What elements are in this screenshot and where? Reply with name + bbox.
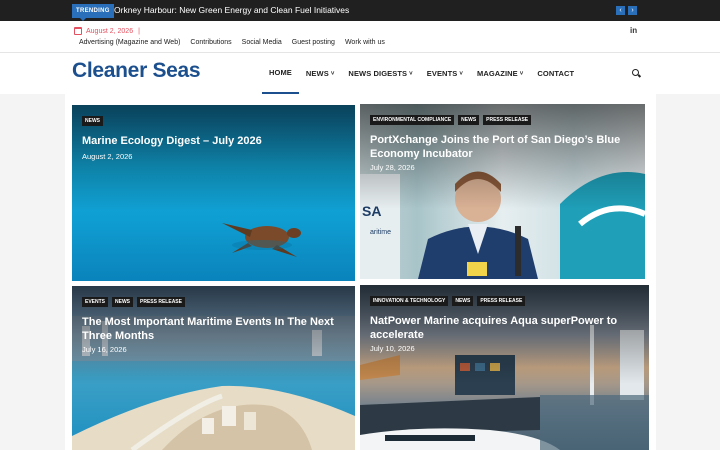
card-title[interactable]: Marine Ecology Digest – July 2026	[82, 135, 342, 149]
top-link-advertising[interactable]: Advertising (Magazine and Web)	[79, 39, 180, 46]
search-icon[interactable]	[632, 69, 639, 76]
article-card[interactable]: NEWS Marine Ecology Digest – July 2026 A…	[72, 105, 355, 281]
card-date: July 10, 2026	[370, 344, 415, 353]
article-card[interactable]: EVENTS NEWS PRESS RELEASE The Most Impor…	[72, 286, 355, 450]
nav-contact[interactable]: CONTACT	[530, 53, 581, 94]
tag-list: NEWS	[82, 116, 103, 126]
linkedin-icon[interactable]: in	[630, 26, 637, 35]
nav-magazine[interactable]: MAGAZINE ˅	[470, 53, 530, 94]
top-link-guest-posting[interactable]: Guest posting	[292, 39, 335, 46]
card-title[interactable]: PortXchange Joins the Port of San Diego’…	[370, 134, 630, 161]
tag[interactable]: PRESS RELEASE	[477, 296, 526, 306]
top-link-work-with-us[interactable]: Work with us	[345, 39, 385, 46]
card-date: August 2, 2026	[82, 152, 133, 161]
trending-badge: TRENDING	[72, 4, 114, 21]
tag[interactable]: NEWS	[82, 116, 103, 126]
calendar-icon	[74, 27, 82, 35]
nav-news[interactable]: NEWS ˅	[299, 53, 342, 94]
chevron-down-icon: ˅	[409, 70, 413, 77]
tag[interactable]: NEWS	[458, 115, 480, 125]
nav-news-digests[interactable]: NEWS DIGESTS ˅	[341, 53, 419, 94]
card-date: July 16, 2026	[82, 345, 127, 354]
chevron-down-icon: ˅	[459, 70, 463, 77]
tag-list: ENVIRONMENTAL COMPLIANCE NEWS PRESS RELE…	[370, 115, 532, 125]
tag[interactable]: EVENTS	[82, 297, 109, 307]
top-link-contributions[interactable]: Contributions	[190, 39, 231, 46]
card-title[interactable]: NatPower Marine acquires Aqua superPower…	[370, 315, 632, 342]
article-card[interactable]: INNOVATION & TECHNOLOGY NEWS PRESS RELEA…	[360, 285, 649, 450]
tag[interactable]: PRESS RELEASE	[483, 115, 532, 125]
tag[interactable]: NEWS	[112, 297, 134, 307]
card-date: July 28, 2026	[370, 163, 415, 172]
svg-text:aritime: aritime	[370, 229, 391, 236]
main-nav: HOME NEWS ˅ NEWS DIGESTS ˅ EVENTS ˅ MAGAZIN…	[262, 53, 581, 94]
tag[interactable]: NEWS	[452, 296, 474, 306]
current-date: August 2, 2026	[86, 27, 134, 35]
top-link-social-media[interactable]: Social Media	[242, 39, 282, 46]
site-logo[interactable]: Cleaner Seas	[72, 59, 201, 83]
chevron-down-icon: ˅	[330, 70, 335, 77]
nav-events[interactable]: EVENTS ˅	[420, 53, 470, 94]
site-header: Cleaner Seas HOME NEWS ˅ NEWS DIGESTS ˅ EV…	[0, 53, 720, 94]
card-title[interactable]: The Most Important Maritime Events In Th…	[82, 316, 344, 343]
chevron-down-icon: ˅	[519, 70, 524, 77]
date-display: August 2, 2026 |	[74, 25, 140, 37]
prev-arrow-icon[interactable]: ‹	[616, 6, 625, 15]
next-arrow-icon[interactable]: ›	[628, 6, 637, 15]
trending-bar: TRENDING Orkney Harbour: New Green Energ…	[0, 0, 720, 21]
top-links: Advertising (Magazine and Web) Contribut…	[79, 39, 385, 46]
trending-headline[interactable]: Orkney Harbour: New Green Energy and Cle…	[114, 4, 349, 16]
info-bar: August 2, 2026 | Advertising (Magazine a…	[0, 21, 720, 53]
tag[interactable]: PRESS RELEASE	[137, 297, 185, 307]
tag-list: INNOVATION & TECHNOLOGY NEWS PRESS RELEA…	[370, 296, 526, 306]
tag-list: EVENTS NEWS PRESS RELEASE	[82, 297, 185, 307]
tag[interactable]: INNOVATION & TECHNOLOGY	[370, 296, 449, 306]
tag[interactable]: ENVIRONMENTAL COMPLIANCE	[370, 115, 455, 125]
article-card[interactable]: SA aritime ENVIRONMENTAL COMPLIANCE NEWS…	[360, 104, 645, 279]
date-separator: |	[138, 27, 140, 35]
nav-home[interactable]: HOME	[262, 53, 299, 94]
